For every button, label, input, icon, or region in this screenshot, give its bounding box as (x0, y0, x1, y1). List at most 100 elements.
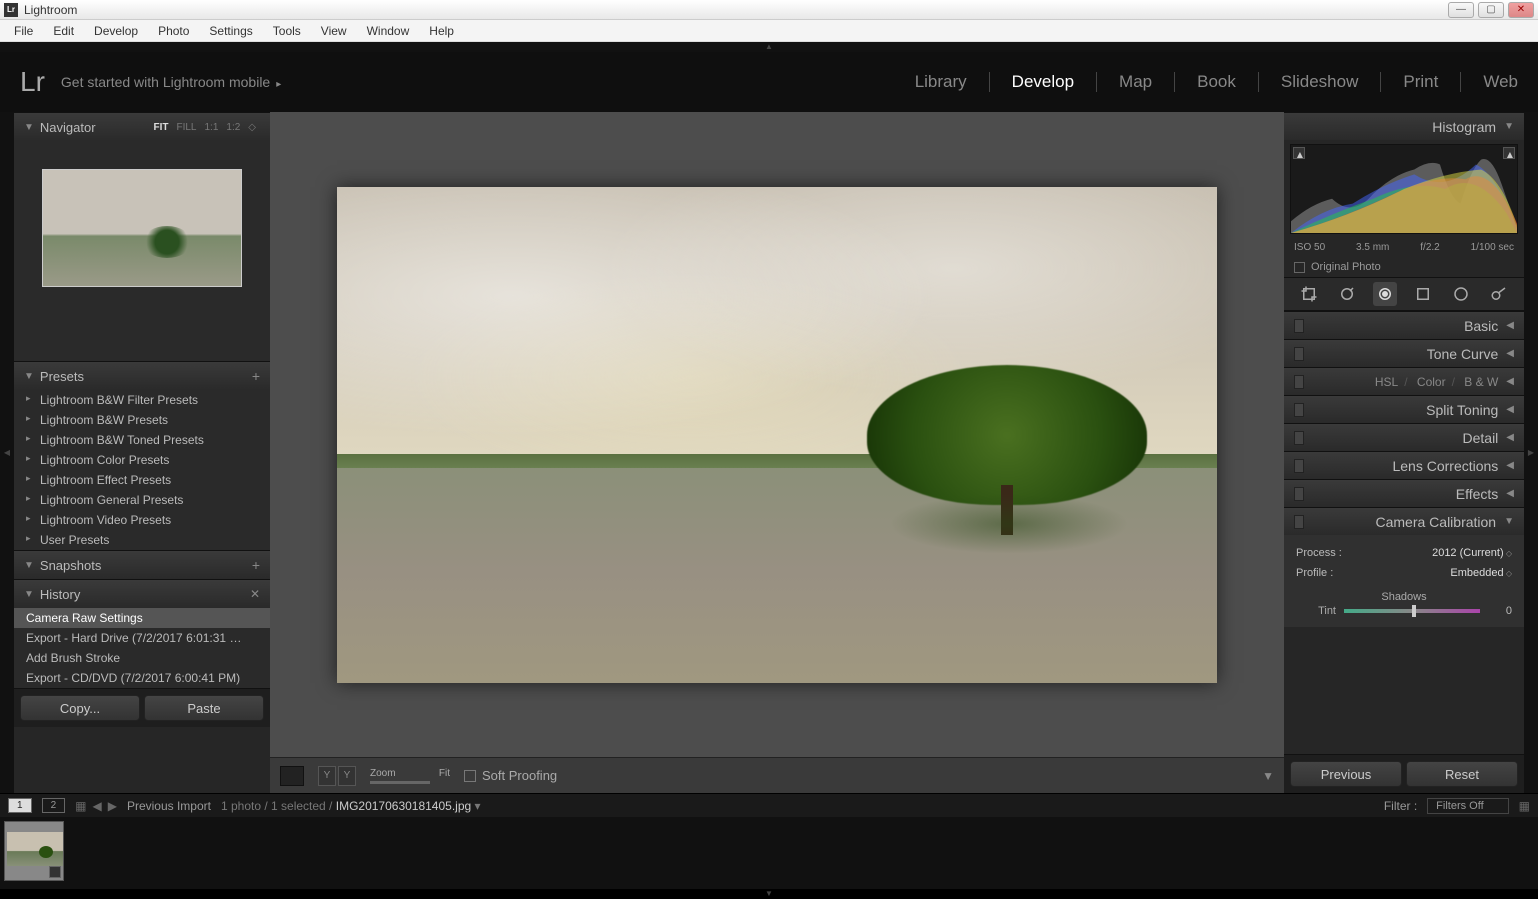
menu-develop[interactable]: Develop (84, 22, 148, 40)
before-after-toggle[interactable]: YY (318, 766, 356, 786)
module-book[interactable]: Book (1197, 68, 1236, 96)
navigator-header[interactable]: ▼ Navigator FIT FILL 1:1 1:2 ◇ (14, 113, 270, 141)
checkbox-icon[interactable] (1294, 262, 1305, 273)
preset-folder[interactable]: User Presets (14, 530, 270, 550)
original-photo-toggle[interactable]: Original Photo (1284, 257, 1524, 277)
color-tab[interactable]: Color (1417, 375, 1446, 389)
add-snapshot-icon[interactable]: + (252, 557, 260, 573)
module-slideshow[interactable]: Slideshow (1281, 68, 1359, 96)
history-item[interactable]: Export - Hard Drive (7/2/2017 6:01:31 … (14, 628, 270, 648)
effects-header[interactable]: Effects◀ (1284, 479, 1524, 507)
get-started-link[interactable]: Get started with Lightroom mobile (61, 74, 281, 90)
presets-header[interactable]: ▼ Presets + (14, 362, 270, 390)
filmstrip[interactable] (0, 817, 1538, 889)
navigator-thumbnail[interactable] (42, 169, 242, 287)
menu-tools[interactable]: Tools (263, 22, 311, 40)
filename: IMG20170630181405.jpg (336, 799, 471, 813)
history-item[interactable]: Camera Raw Settings (14, 608, 270, 628)
paste-button[interactable]: Paste (144, 695, 264, 721)
copy-button[interactable]: Copy... (20, 695, 140, 721)
adjustment-brush-icon[interactable] (1487, 282, 1511, 306)
close-button[interactable]: ✕ (1508, 2, 1534, 18)
bottom-panel-toggle[interactable]: ▼ (0, 889, 1538, 899)
preset-folder[interactable]: Lightroom General Presets (14, 490, 270, 510)
toolbar-menu-icon[interactable]: ▼ (1262, 769, 1274, 783)
process-dropdown[interactable]: 2012 (Current) (1432, 547, 1512, 559)
preset-folder[interactable]: Lightroom B&W Toned Presets (14, 430, 270, 450)
minimize-button[interactable]: — (1448, 2, 1474, 18)
menu-edit[interactable]: Edit (43, 22, 84, 40)
menu-file[interactable]: File (4, 22, 43, 40)
clear-history-icon[interactable]: ✕ (250, 587, 260, 601)
nav-back-icon[interactable]: ◀ (92, 799, 101, 813)
zoom-control[interactable]: Zoom Fit (370, 768, 450, 784)
zoom-fit[interactable]: FIT (153, 122, 168, 133)
zoom-1-2[interactable]: 1:2 (226, 122, 240, 133)
graduated-filter-icon[interactable] (1411, 282, 1435, 306)
profile-dropdown[interactable]: Embedded (1450, 567, 1512, 579)
nav-forward-icon[interactable]: ▶ (108, 799, 117, 813)
left-panel-toggle[interactable]: ◀ (0, 112, 14, 793)
menu-window[interactable]: Window (357, 22, 420, 40)
histogram-header[interactable]: Histogram ▼ (1284, 112, 1524, 140)
photo-preview[interactable] (337, 187, 1217, 683)
crop-tool-icon[interactable] (1297, 282, 1321, 306)
redeye-tool-icon[interactable] (1373, 282, 1397, 306)
split-toning-header[interactable]: Split Toning◀ (1284, 395, 1524, 423)
preset-folder[interactable]: Lightroom B&W Filter Presets (14, 390, 270, 410)
detail-header[interactable]: Detail◀ (1284, 423, 1524, 451)
snapshots-header[interactable]: ▼ Snapshots + (14, 551, 270, 579)
hsl-tab[interactable]: HSL (1375, 375, 1398, 389)
filmstrip-thumbnail[interactable] (4, 821, 64, 881)
module-print[interactable]: Print (1403, 68, 1438, 96)
preset-folder[interactable]: Lightroom B&W Presets (14, 410, 270, 430)
top-panel-toggle[interactable]: ▲ (0, 42, 1538, 52)
zoom-more-icon[interactable]: ◇ (248, 122, 256, 133)
add-preset-icon[interactable]: + (252, 368, 260, 384)
monitor-2-badge[interactable]: 2 (42, 798, 66, 813)
histogram-display[interactable]: ▲ ▲ (1290, 144, 1518, 234)
soft-proofing-toggle[interactable]: Soft Proofing (464, 768, 557, 783)
loupe-view-icon[interactable] (280, 766, 304, 786)
spot-removal-icon[interactable] (1335, 282, 1359, 306)
grid-view-icon[interactable]: ▦ (75, 799, 86, 813)
module-web[interactable]: Web (1483, 68, 1518, 96)
camera-calibration-header[interactable]: Camera Calibration▼ (1284, 507, 1524, 535)
tint-slider[interactable]: Tint 0 (1296, 603, 1512, 619)
monitor-1-badge[interactable]: 1 (8, 798, 32, 813)
lens-corrections-header[interactable]: Lens Corrections◀ (1284, 451, 1524, 479)
module-library[interactable]: Library (915, 68, 967, 96)
preset-folder[interactable]: Lightroom Effect Presets (14, 470, 270, 490)
module-develop[interactable]: Develop (1012, 68, 1074, 96)
menu-help[interactable]: Help (419, 22, 464, 40)
history-header[interactable]: ▼ History ✕ (14, 580, 270, 608)
right-panel-toggle[interactable]: ▶ (1524, 112, 1538, 793)
filter-dropdown[interactable]: Filters Off (1427, 798, 1508, 814)
tint-value[interactable]: 0 (1488, 605, 1512, 617)
filter-lock-icon[interactable]: ▦ (1519, 799, 1530, 813)
canvas[interactable] (270, 112, 1284, 757)
reset-button[interactable]: Reset (1406, 761, 1518, 787)
zoom-fill[interactable]: FILL (176, 122, 196, 133)
shadow-clip-icon[interactable]: ▲ (1293, 147, 1305, 159)
source-label[interactable]: Previous Import (127, 799, 211, 813)
history-item[interactable]: Export - CD/DVD (7/2/2017 6:00:41 PM) (14, 668, 270, 688)
preset-folder[interactable]: Lightroom Color Presets (14, 450, 270, 470)
basic-header[interactable]: Basic◀ (1284, 311, 1524, 339)
previous-button[interactable]: Previous (1290, 761, 1402, 787)
maximize-button[interactable]: ▢ (1478, 2, 1504, 18)
filename-menu-icon[interactable]: ▾ (475, 799, 481, 813)
history-item[interactable]: Add Brush Stroke (14, 648, 270, 668)
bw-tab[interactable]: B & W (1464, 375, 1498, 389)
preset-folder[interactable]: Lightroom Video Presets (14, 510, 270, 530)
menu-settings[interactable]: Settings (199, 22, 262, 40)
menu-view[interactable]: View (311, 22, 357, 40)
checkbox-icon[interactable] (464, 770, 476, 782)
menu-photo[interactable]: Photo (148, 22, 199, 40)
hsl-header[interactable]: HSL/ Color/ B & W ◀ (1284, 367, 1524, 395)
module-map[interactable]: Map (1119, 68, 1152, 96)
highlight-clip-icon[interactable]: ▲ (1503, 147, 1515, 159)
zoom-1-1[interactable]: 1:1 (204, 122, 218, 133)
radial-filter-icon[interactable] (1449, 282, 1473, 306)
tone-curve-header[interactable]: Tone Curve◀ (1284, 339, 1524, 367)
